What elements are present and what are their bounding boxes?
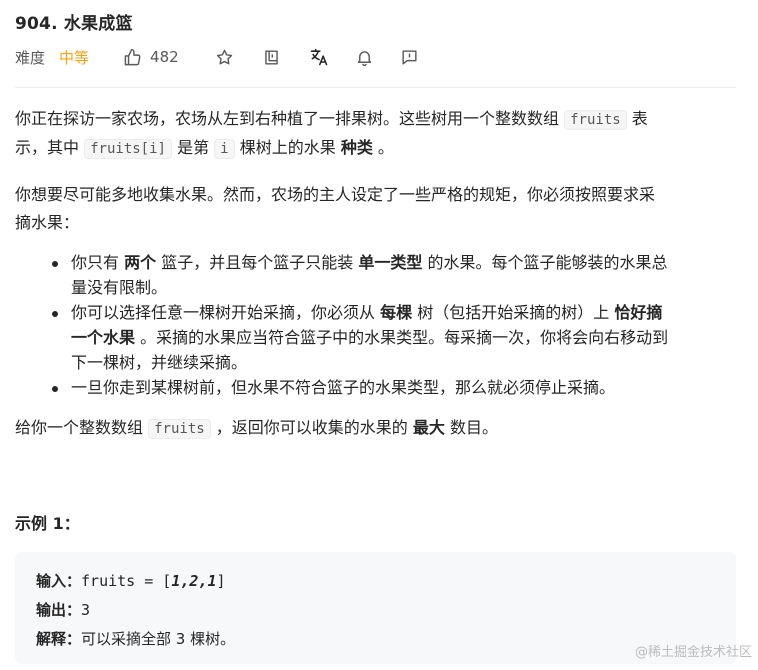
translate-icon bbox=[309, 47, 329, 67]
bullet-icon bbox=[52, 311, 58, 317]
text: 下一棵树，并继续采摘。 bbox=[71, 353, 248, 372]
text: 你可以选择任意一棵树开始采摘，你必须从 bbox=[71, 303, 376, 322]
list-item: 你只有 两个 篮子，并且每个篮子只能装 单一类型 的水果。每个篮子能够装的水果总… bbox=[15, 250, 737, 300]
share-icon bbox=[262, 48, 281, 67]
text: 树（包括开始采摘的树）上 bbox=[417, 303, 610, 322]
text: ，返回你可以收集的水果的 bbox=[215, 418, 408, 437]
explanation-label: 解释： bbox=[36, 630, 82, 648]
watermark: @稀土掘金技术社区 bbox=[634, 645, 752, 660]
bell-icon bbox=[355, 48, 374, 67]
bullet-icon bbox=[52, 261, 58, 267]
bold-text: 单一类型 bbox=[358, 253, 423, 272]
inline-code: fruits[i] bbox=[84, 139, 172, 159]
text: 表 bbox=[631, 109, 648, 128]
example-box: 输入：fruits = [1,2,1] 输出：3 解释：可以采摘全部 3 棵树。 bbox=[15, 552, 736, 664]
list-item: 你可以选择任意一棵树开始采摘，你必须从 每棵 树（包括开始采摘的树）上 恰好摘 … bbox=[15, 300, 737, 375]
input-value: fruits = [1,2,1] bbox=[81, 572, 226, 590]
text: 你只有 bbox=[71, 253, 120, 272]
header-divider bbox=[15, 87, 736, 88]
description-paragraph: 你想要尽可能多地收集水果。然而，农场的主人设定了一些严格的规矩，你必须按照要求采… bbox=[15, 181, 737, 237]
text: 摘水果： bbox=[15, 213, 80, 232]
output-label: 输出： bbox=[36, 601, 82, 619]
bold-text: 一个水果 bbox=[71, 328, 136, 347]
description-paragraph: 你正在探访一家农场，农场从左到右种植了一排果树。这些树用一个整数数组 fruit… bbox=[15, 105, 737, 163]
bold-text: 恰好摘 bbox=[614, 303, 663, 322]
notification-button[interactable] bbox=[355, 48, 374, 67]
description-paragraph: 给你一个整数数组 fruits ，返回你可以收集的水果的 最大 数目。 bbox=[15, 414, 737, 443]
list-item: 一旦你走到某棵树前，但水果不符合篮子的水果类型，那么就必须停止采摘。 bbox=[15, 375, 737, 400]
bold-text: 两个 bbox=[124, 253, 157, 272]
output-value: 3 bbox=[81, 601, 91, 619]
input-label: 输入： bbox=[36, 572, 82, 590]
text: 数目。 bbox=[450, 418, 499, 437]
bold-text: 种类 bbox=[340, 138, 373, 157]
text: 。采摘的水果应当符合篮子中的水果类型。每采摘一次，你将会向右移动到 bbox=[140, 328, 669, 347]
example-input-line: 输入：fruits = [1,2,1] bbox=[36, 567, 235, 596]
text: 一旦你走到某棵树前，但水果不符合篮子的水果类型，那么就必须停止采摘。 bbox=[71, 378, 616, 397]
text: 示，其中 bbox=[15, 138, 80, 157]
text: 。 bbox=[377, 138, 394, 157]
example-content: 输入：fruits = [1,2,1] 输出：3 解释：可以采摘全部 3 棵树。 bbox=[36, 567, 235, 654]
difficulty-label: 难度 bbox=[15, 48, 46, 67]
rules-list: 你只有 两个 篮子，并且每个篮子只能装 单一类型 的水果。每个篮子能够装的水果总… bbox=[15, 250, 737, 400]
explanation-value: 可以采摘全部 3 棵树。 bbox=[81, 630, 236, 648]
inline-code: i bbox=[214, 139, 235, 159]
example-explanation-line: 解释：可以采摘全部 3 棵树。 bbox=[36, 625, 235, 654]
translate-button[interactable] bbox=[309, 47, 329, 67]
problem-title: 904. 水果成篮 bbox=[15, 14, 133, 34]
difficulty-badge: 中等 bbox=[59, 48, 90, 67]
problem-description: 你正在探访一家农场，农场从左到右种植了一排果树。这些树用一个整数数组 fruit… bbox=[15, 105, 737, 443]
share-button[interactable] bbox=[262, 48, 281, 67]
text: 是第 bbox=[177, 138, 210, 157]
example-output-line: 输出：3 bbox=[36, 596, 235, 625]
favorite-button[interactable] bbox=[215, 48, 234, 67]
example-title: 示例 1： bbox=[15, 514, 80, 533]
thumbs-up-icon bbox=[123, 48, 142, 67]
text: 你正在探访一家农场，农场从左到右种植了一排果树。这些树用一个整数数组 bbox=[15, 109, 560, 128]
text: 你想要尽可能多地收集水果。然而，农场的主人设定了一些严格的规矩，你必须按照要求采 bbox=[15, 185, 656, 204]
bullet-icon bbox=[52, 386, 58, 392]
inline-code: fruits bbox=[564, 110, 627, 130]
like-button[interactable]: 482 bbox=[123, 48, 179, 67]
text: 篮子，并且每个篮子只能装 bbox=[161, 253, 354, 272]
inline-code: fruits bbox=[148, 419, 211, 439]
problem-meta-bar: 难度 中等 482 bbox=[15, 44, 419, 70]
feedback-icon bbox=[400, 48, 419, 67]
text: 给你一个整数数组 bbox=[15, 418, 144, 437]
star-icon bbox=[215, 48, 234, 67]
feedback-button[interactable] bbox=[400, 48, 419, 67]
bold-text: 最大 bbox=[412, 418, 445, 437]
input-values: 1,2,1 bbox=[171, 572, 217, 590]
like-count: 482 bbox=[150, 48, 179, 66]
text: 的水果。每个篮子能够装的水果总 bbox=[427, 253, 668, 272]
bold-text: 每棵 bbox=[380, 303, 413, 322]
input-suffix: ] bbox=[216, 572, 226, 590]
text: 量没有限制。 bbox=[71, 278, 168, 297]
input-prefix: fruits = [ bbox=[81, 572, 172, 590]
text: 棵树上的水果 bbox=[239, 138, 336, 157]
